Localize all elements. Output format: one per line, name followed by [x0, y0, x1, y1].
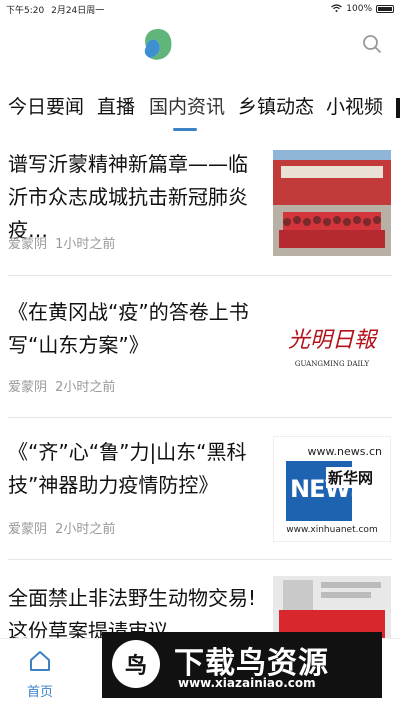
news-thumbnail[interactable]: www.news.cn NEWS 新华网 www.xinhuanet.com [273, 436, 391, 542]
news-title[interactable]: 《在黄冈战“疫”的答卷上书写“山东方案”》 [8, 296, 266, 362]
category-tabs: 今日要闻 直播 国内资讯 乡镇动态 小视频 [0, 80, 400, 130]
guangming-logo-text: 光明日報 [287, 328, 376, 353]
battery-percent: 100% [346, 4, 372, 14]
xinhua-bottom-url: www.xinhuanet.com [286, 525, 378, 535]
status-date: 2月24日周一 [51, 5, 105, 16]
search-icon[interactable] [362, 34, 382, 54]
tab-headlines[interactable]: 今日要闻 [8, 92, 84, 119]
news-author: 爱蒙阴 [8, 237, 48, 252]
wifi-icon [331, 3, 343, 15]
nav-home-label: 首页 [26, 685, 53, 700]
news-item[interactable]: 《在黄冈战“疫”的答卷上书写“山东方案”》 爱蒙阴 2小时之前 光明日報 GUA… [0, 282, 400, 417]
guangming-logo-sub: GUANGMING DAILY [294, 360, 370, 368]
app-logo-icon [143, 27, 173, 63]
news-meta: 爱蒙阴 2小时之前 [8, 376, 115, 395]
news-item[interactable]: 《“齐”心“鲁”力|山东“黑科技”神器助力疫情防控》 爱蒙阴 2小时之前 www… [0, 424, 400, 559]
news-author: 爱蒙阴 [8, 380, 48, 395]
news-author: 爱蒙阴 [8, 522, 48, 537]
xinhua-top-url: www.news.cn [307, 445, 382, 458]
tab-township-news[interactable]: 乡镇动态 [238, 92, 314, 119]
news-time: 1小时之前 [55, 237, 116, 252]
news-item[interactable]: 谱写沂蒙精神新篇章——临沂市众志成城抗击新冠肺炎疫… 爱蒙阴 1小时之前 [0, 140, 400, 275]
tab-domestic-news[interactable]: 国内资讯 [149, 92, 225, 119]
app-header [0, 18, 400, 80]
news-title[interactable]: 《“齐”心“鲁”力|山东“黑科技”神器助力疫情防控》 [8, 436, 266, 502]
news-meta: 爱蒙阴 2小时之前 [8, 518, 115, 537]
news-time: 2小时之前 [55, 380, 116, 395]
battery-icon [376, 5, 394, 13]
news-meta: 爱蒙阴 1小时之前 [8, 233, 115, 252]
news-thumbnail[interactable]: 光明日報 GUANGMING DAILY [273, 288, 391, 394]
status-bar: 下午5:20 2月24日周一 100% [0, 0, 400, 18]
home-icon [28, 651, 52, 677]
watermark-url: www.xiazainiao.com [178, 676, 316, 690]
xinhua-name: 新华网 [326, 467, 376, 488]
active-tab-indicator [173, 128, 197, 131]
watermark-logo-icon: 鸟 [112, 640, 160, 688]
divider [8, 559, 392, 560]
news-thumbnail[interactable] [273, 150, 391, 256]
tab-short-video[interactable]: 小视频 [326, 92, 383, 119]
tab-overflow [396, 98, 400, 118]
watermark-banner: 鸟 下载鸟资源 www.xiazainiao.com [102, 632, 382, 698]
news-time: 2小时之前 [55, 522, 116, 537]
status-time: 下午5:20 [6, 5, 45, 16]
divider [8, 275, 392, 276]
tab-live[interactable]: 直播 [97, 92, 135, 119]
divider [8, 417, 392, 418]
nav-home[interactable]: 首页 [18, 649, 62, 700]
